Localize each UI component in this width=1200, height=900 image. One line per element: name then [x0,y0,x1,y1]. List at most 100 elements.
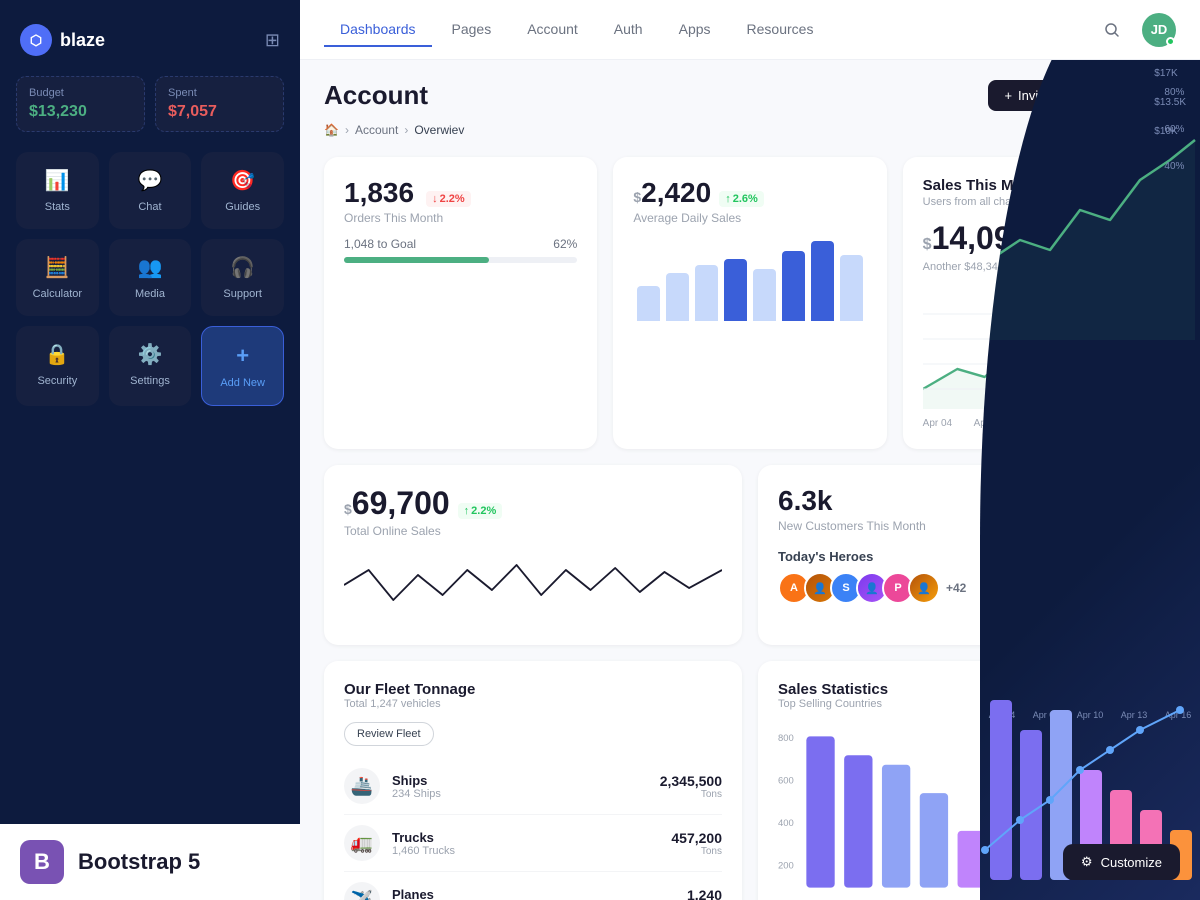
bootstrap-text: Bootstrap 5 [78,849,200,875]
sidebar: ⬡ blaze ⊞ Budget $13,230 Spent $7,057 📊 … [0,0,300,900]
nav-account[interactable]: Account [511,13,594,47]
orders-card: 1,836 ↓ 2.2% Orders This Month 1,048 to … [324,157,597,449]
breadcrumb-home-icon: 🏠 [324,123,339,137]
online-badge: ↑ 2.2% [458,503,503,519]
sidebar-header: ⬡ blaze ⊞ [16,16,284,76]
fleet-sub: Total 1,247 vehicles [344,698,722,710]
add-icon: + [236,343,249,369]
customize-button[interactable]: ⚙ Customize [1063,844,1180,880]
sidebar-item-stats[interactable]: 📊 Stats [16,152,99,229]
sidebar-item-settings[interactable]: ⚙️ Settings [109,326,192,406]
fleet-row-planes: ✈️ Planes 8 Aircrafts 1,240 Tons [344,872,722,900]
security-label: Security [37,375,77,387]
main-wrapper: $24K $20.5K $17K $13.5K $10K Apr 04 Apr … [300,0,1200,900]
nav-dashboards[interactable]: Dashboards [324,13,432,47]
progress-goal-label: 1,048 to Goal [344,237,416,251]
security-icon: 🔒 [45,342,70,367]
breadcrumb-sep-2: › [404,123,408,137]
customers-info: 6.3k New Customers This Month [778,485,926,533]
planes-value: 1,240 Tons [687,887,722,900]
sidebar-item-security[interactable]: 🔒 Security [16,326,99,406]
media-icon: 👥 [138,255,163,280]
trucks-value: 457,200 Tons [671,830,722,857]
online-dollar: $ [344,501,352,517]
trucks-icon: 🚛 [344,825,380,861]
sidebar-item-media[interactable]: 👥 Media [109,239,192,316]
spent-label: Spent [168,87,271,99]
budget-label: Budget [29,87,132,99]
ships-count: 234 Ships [392,788,648,800]
sidebar-item-add-new[interactable]: + Add New [201,326,284,406]
orders-progress: 1,048 to Goal 62% [344,237,577,263]
guides-label: Guides [225,201,260,213]
trucks-info: Trucks 1,460 Trucks [392,830,659,857]
progress-pct: 62% [553,237,577,251]
orders-value: 1,836 [344,177,414,209]
review-fleet-button[interactable]: Review Fleet [344,722,434,746]
page-title: Account [324,80,428,111]
logo-area: ⬡ blaze [20,24,105,56]
bar-4 [724,259,747,321]
support-icon: 🎧 [230,255,255,280]
planes-icon: ✈️ [344,882,380,900]
customers-value: 6.3k [778,485,926,517]
wavy-svg [344,550,722,620]
sales-dollar: $ [923,236,932,254]
bar-6 [782,251,805,321]
nav-apps[interactable]: Apps [663,13,727,47]
top-nav-right: JD [1094,12,1176,48]
search-button[interactable] [1094,12,1130,48]
sidebar-item-support[interactable]: 🎧 Support [201,239,284,316]
media-label: Media [135,288,165,300]
nav-resources[interactable]: Resources [731,13,830,47]
progress-fill [344,257,489,263]
orders-label: Orders This Month [344,211,577,225]
nav-auth[interactable]: Auth [598,13,659,47]
ships-unit: Tons [660,789,722,800]
breadcrumb-account[interactable]: Account [355,123,398,137]
daily-value: 2,420 [641,177,711,209]
nav-grid: 📊 Stats 💬 Chat 🎯 Guides 🧮 Calculator 👥 M… [16,152,284,406]
online-value: 69,700 [352,485,450,522]
planes-amount: 1,240 [687,887,722,900]
online-badge-value: 2.2% [471,505,496,517]
support-label: Support [223,288,262,300]
calculator-icon: 🧮 [45,255,70,280]
daily-dollar: $ [633,189,641,205]
menu-icon[interactable]: ⊞ [265,30,280,51]
logo-icon: ⬡ [20,24,52,56]
svg-text:200: 200 [778,861,794,872]
wavy-chart [344,550,722,625]
up-arrow-icon: ↑ [725,193,731,205]
add-new-label: Add New [220,377,265,389]
svg-text:400: 400 [778,818,794,829]
user-avatar[interactable]: JD [1142,13,1176,47]
customize-icon: ⚙ [1081,854,1093,870]
ships-name: Ships [392,773,648,788]
stats-label: Stats [45,201,70,213]
hero-avatar-6: 👤 [908,572,940,604]
budget-card: Budget $13,230 [16,76,145,132]
nav-pages[interactable]: Pages [436,13,508,47]
online-sales-card: $ 69,700 ↑ 2.2% Total Online Sales [324,465,742,645]
bootstrap-icon: B [20,840,64,884]
ships-info: Ships 234 Ships [392,773,648,800]
down-arrow-icon: ↓ [432,193,438,205]
chat-label: Chat [138,201,161,213]
sidebar-item-chat[interactable]: 💬 Chat [109,152,192,229]
trucks-count: 1,460 Trucks [392,845,659,857]
sidebar-item-calculator[interactable]: 🧮 Calculator [16,239,99,316]
online-label: Total Online Sales [344,524,722,538]
guides-icon: 🎯 [230,168,255,193]
calculator-label: Calculator [33,288,83,300]
fleet-card: Our Fleet Tonnage Total 1,247 vehicles R… [324,661,742,900]
bar-8 [840,255,863,321]
bar-2 [666,273,689,321]
breadcrumb-current: Overwiev [414,123,464,137]
settings-icon: ⚙️ [138,342,163,367]
ships-amount: 2,345,500 [660,773,722,789]
sidebar-item-guides[interactable]: 🎯 Guides [201,152,284,229]
budget-cards: Budget $13,230 Spent $7,057 [16,76,284,132]
x-label-1: Apr 04 [923,418,952,429]
progress-bar [344,257,577,263]
